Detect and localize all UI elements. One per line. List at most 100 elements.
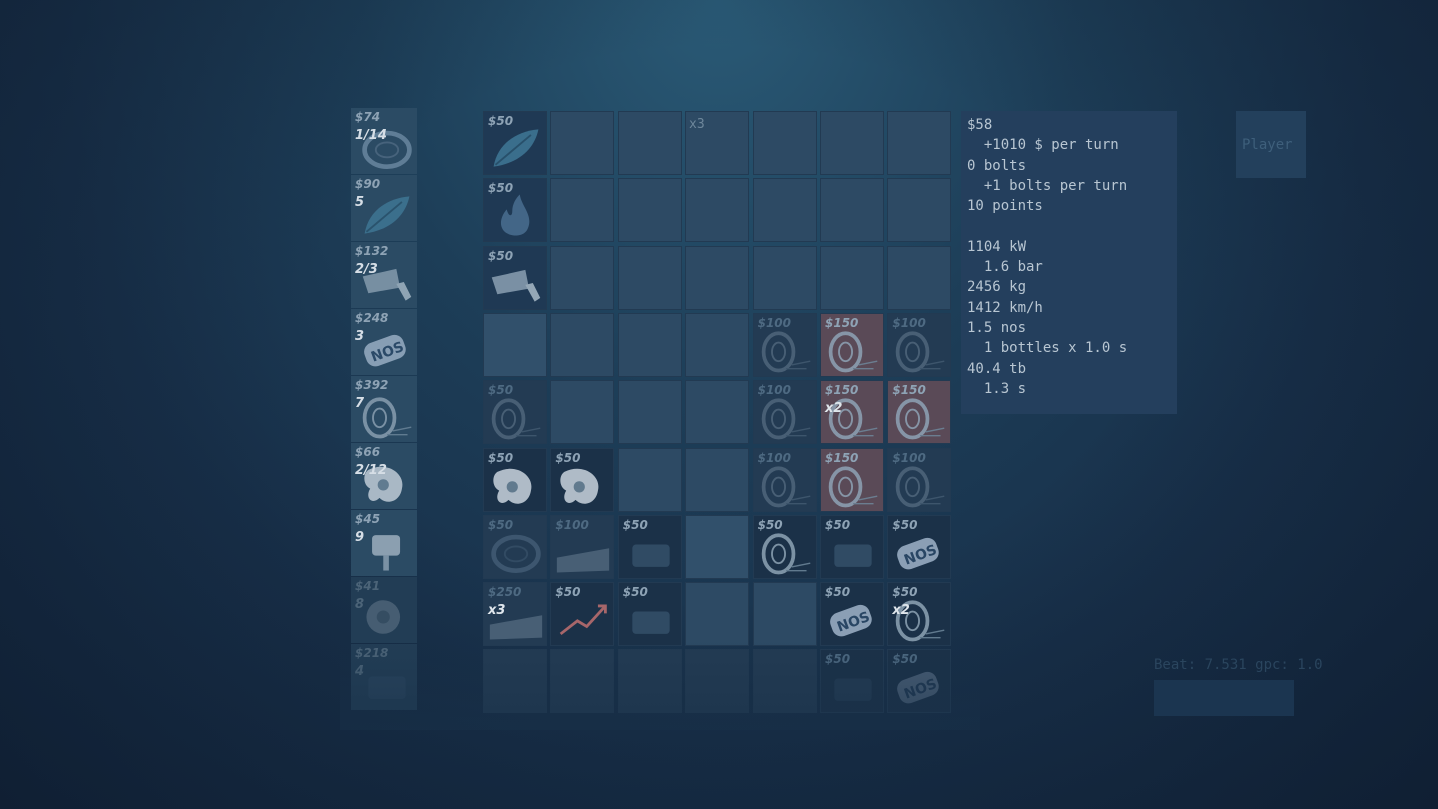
board-cell-empty[interactable] — [550, 245, 615, 310]
board-cell-empty[interactable] — [550, 649, 615, 714]
shop-item[interactable]: $218 4 — [351, 644, 417, 710]
wheel-icon — [761, 533, 810, 575]
shop-item[interactable]: $66 2/12 — [351, 443, 417, 509]
board-cell-part[interactable]: $50 x2 — [887, 582, 952, 647]
cell-price: $150 — [825, 315, 859, 330]
board-cell-empty[interactable] — [685, 582, 750, 647]
board-cell-part[interactable]: $50 — [483, 447, 547, 512]
nos-bottle-icon: NOS — [830, 604, 872, 637]
board-cell-empty[interactable] — [617, 649, 682, 714]
shop-item[interactable]: $74 1/14 — [351, 108, 417, 174]
board-cell-empty[interactable] — [820, 178, 884, 243]
nos-bottle-icon: NOS — [364, 334, 406, 367]
board-cell-empty[interactable] — [617, 245, 682, 310]
cell-price: $150 — [825, 383, 859, 398]
board-cell-empty[interactable] — [617, 380, 682, 445]
shop-item-price: $392 — [355, 378, 389, 392]
board-cell-empty[interactable] — [685, 380, 750, 445]
board-cell-empty[interactable] — [752, 649, 817, 714]
board-cell-empty[interactable] — [685, 245, 750, 310]
board-cell-empty[interactable] — [685, 178, 750, 243]
cell-price: $50 — [825, 585, 851, 600]
stat-line: 1412 km/h — [967, 299, 1043, 316]
shop-item[interactable]: $392 7 — [351, 376, 417, 442]
player-box[interactable]: Player — [1236, 111, 1306, 178]
cell-price: $50 — [757, 517, 783, 532]
board-cell-part[interactable]: $50 — [617, 514, 682, 579]
board-cell-empty[interactable] — [617, 312, 682, 377]
board-cell-empty[interactable] — [483, 649, 547, 714]
board-cell-empty[interactable] — [550, 380, 615, 445]
board-cell-empty[interactable] — [617, 178, 682, 243]
tire-icon — [491, 534, 541, 573]
engine-icon — [366, 600, 401, 634]
board-cell-part[interactable]: $50 — [820, 514, 884, 579]
board-cell-empty[interactable] — [685, 514, 750, 579]
shop-item[interactable]: $45 9 — [351, 510, 417, 576]
board-cell-part[interactable]: $250 x3 — [483, 582, 547, 647]
shop-item-stock: 8 — [355, 597, 365, 612]
shop-item[interactable]: $132 2/3 — [351, 242, 417, 308]
stat-line: 1 bottles x 1.0 s — [967, 340, 1128, 357]
cell-price: $50 — [488, 248, 514, 263]
board-cell-part[interactable]: $150 — [887, 380, 952, 445]
board-cell-empty[interactable] — [550, 312, 615, 377]
board-cell-empty[interactable] — [887, 178, 952, 243]
stat-line: 1.6 bar — [967, 259, 1043, 276]
board-cell-part[interactable]: $100 — [752, 312, 817, 377]
cell-price: $100 — [892, 315, 926, 330]
board-cell-empty[interactable] — [752, 178, 817, 243]
board-cell-part[interactable]: $100 — [887, 447, 952, 512]
board-cell-part[interactable]: $50 — [752, 514, 817, 579]
board-cell-empty[interactable] — [685, 649, 750, 714]
board-cell-part[interactable]: $50 — [550, 447, 615, 512]
board-cell-part[interactable]: $100 — [887, 312, 952, 377]
board-cell-empty[interactable] — [887, 111, 952, 175]
board-cell-empty[interactable] — [685, 447, 750, 512]
board-cell-part[interactable]: $50 — [820, 649, 884, 714]
cell-price: $100 — [757, 383, 791, 398]
shop-item[interactable]: NOS $248 3 — [351, 309, 417, 375]
board-cell-empty[interactable] — [550, 178, 615, 243]
turbo-icon — [493, 468, 532, 504]
board-cell-empty[interactable] — [752, 111, 817, 175]
board-cell-part[interactable]: $50 — [550, 582, 615, 647]
board-cell-empty[interactable] — [752, 582, 817, 647]
board-cell-part[interactable]: $150 — [820, 312, 884, 377]
board-cell-part[interactable]: NOS $50 — [820, 582, 884, 647]
board-cell-part[interactable]: $50 — [483, 245, 547, 310]
board-cell-empty[interactable] — [617, 111, 682, 175]
shop-item[interactable]: $90 5 — [351, 175, 417, 241]
board-cell-part[interactable]: $50 — [483, 111, 547, 175]
board-cell-empty[interactable] — [820, 111, 884, 175]
wheel-icon — [896, 465, 945, 507]
board-cell-part[interactable]: $100 — [752, 380, 817, 445]
board-cell-empty[interactable] — [752, 245, 817, 310]
player-label: Player — [1242, 137, 1293, 153]
shop-item[interactable]: $41 8 — [351, 577, 417, 643]
board-cell-part[interactable]: $50 — [617, 582, 682, 647]
shop-item-stock: 1/14 — [355, 128, 387, 143]
board-cell-part[interactable]: $50 — [483, 380, 547, 445]
part-icon — [632, 544, 670, 567]
stat-line: +1010 $ per turn — [967, 137, 1119, 154]
board-cell-part[interactable]: NOS $50 — [887, 514, 952, 579]
board-cell-empty[interactable] — [617, 447, 682, 512]
board-cell-empty[interactable] — [685, 312, 750, 377]
board-cell-part[interactable]: $150 — [820, 447, 884, 512]
board-cell-part[interactable]: $150 x2 — [820, 380, 884, 445]
board-cell-part[interactable]: NOS $50 — [887, 649, 952, 714]
board-cell-empty[interactable] — [483, 312, 547, 377]
shop-item-price: $45 — [355, 512, 381, 526]
cell-price: $50 — [488, 517, 514, 532]
board-cell-empty[interactable] — [820, 245, 884, 310]
board-cell-part[interactable]: $100 — [752, 447, 817, 512]
board-cell-part[interactable]: $50 — [483, 178, 547, 243]
shop-item-stock: 2/12 — [355, 463, 387, 478]
board-cell-empty[interactable] — [550, 111, 615, 175]
nos-bottle-icon: NOS — [897, 672, 940, 704]
board-cell-empty[interactable] — [887, 245, 952, 310]
board-cell-part[interactable]: $50 — [483, 514, 547, 579]
cell-price: $50 — [555, 450, 581, 465]
board-cell-part[interactable]: $100 — [550, 514, 615, 579]
